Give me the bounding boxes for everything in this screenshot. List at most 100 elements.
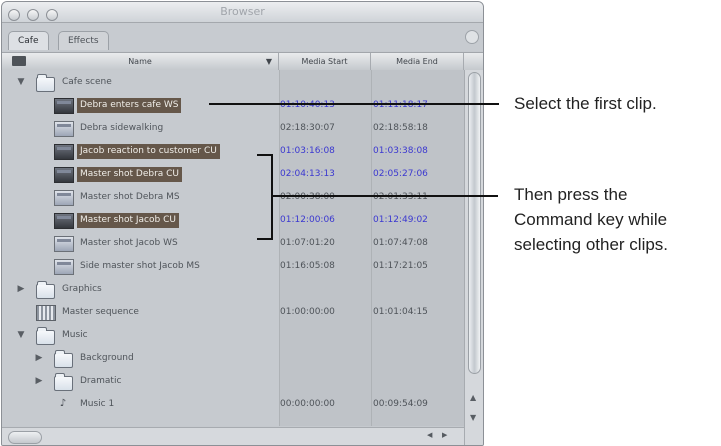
media-end-value: 02:05:27:06: [373, 169, 428, 179]
disclosure-open-icon[interactable]: ▼: [16, 330, 26, 340]
media-end-value: 02:01:33:11: [373, 192, 428, 202]
list-item[interactable]: ▶ Graphics: [2, 278, 464, 301]
folder-icon: [54, 373, 73, 391]
row-name: Graphics: [62, 284, 102, 294]
callout-line-first: [209, 103, 499, 105]
row-name: Music: [62, 330, 88, 340]
vertical-scrollbar[interactable]: ▲ ▼: [464, 70, 483, 445]
list-item[interactable]: ▼ Cafe scene: [2, 71, 464, 94]
media-start-value: 00:00:00:00: [280, 399, 335, 409]
media-end-value: 01:12:49:02: [373, 215, 428, 225]
media-start-value: 02:18:30:07: [280, 123, 335, 133]
clip-icon: [54, 98, 74, 114]
clip-icon: [54, 190, 74, 206]
clip-icon: [54, 144, 74, 160]
list-item[interactable]: Master shot Jacob WS 01:07:01:20 01:07:4…: [2, 232, 464, 255]
list-item[interactable]: Master shot Debra MS 02:00:38:00 02:01:3…: [2, 186, 464, 209]
folder-icon: [54, 350, 73, 368]
row-name: Side master shot Jacob MS: [80, 261, 200, 271]
row-name: Master sequence: [62, 307, 139, 317]
media-start-value: 01:03:16:08: [280, 146, 335, 156]
media-end-value: 01:17:21:05: [373, 261, 428, 271]
row-name: Master shot Jacob CU: [77, 213, 179, 228]
callout-select-first-clip: Select the first clip.: [514, 94, 657, 113]
column-header: Name ▼ Media Start Media End: [2, 52, 483, 71]
media-end-value: 01:07:47:08: [373, 238, 428, 248]
list-item[interactable]: Side master shot Jacob MS 01:16:05:08 01…: [2, 255, 464, 278]
list-item[interactable]: Debra enters cafe WS 01:10:40:13 01:11:1…: [2, 94, 464, 117]
clip-icon: [54, 121, 74, 137]
folder-icon: [36, 327, 55, 345]
scroll-up-icon[interactable]: ▲: [470, 393, 476, 402]
row-name: Master shot Debra CU: [77, 167, 183, 182]
column-media-start-header[interactable]: Media Start: [279, 53, 371, 70]
vertical-scroll-thumb[interactable]: [468, 72, 481, 374]
folder-icon: [12, 56, 26, 66]
disclosure-closed-icon[interactable]: ▶: [34, 376, 44, 386]
row-name: Master shot Jacob WS: [80, 238, 178, 248]
folder-icon: [36, 281, 55, 299]
media-end-value: 02:18:58:18: [373, 123, 428, 133]
row-name: Music 1: [80, 399, 115, 409]
sequence-icon: [36, 305, 56, 321]
disclosure-closed-icon[interactable]: ▶: [16, 284, 26, 294]
media-end-value: 01:11:18:17: [373, 100, 428, 110]
title-bar: Browser: [2, 2, 483, 23]
scroll-right-icon[interactable]: ▶: [442, 431, 447, 439]
list-item[interactable]: ▶ Background: [2, 347, 464, 370]
list-item[interactable]: ♪ Music 1 00:00:00:00 00:09:54:09: [2, 393, 464, 416]
media-end-value: 01:03:38:08: [373, 146, 428, 156]
tab-effects[interactable]: Effects: [58, 31, 109, 50]
row-name: Debra sidewalking: [80, 123, 164, 133]
row-name: Cafe scene: [62, 77, 112, 87]
browser-window: Browser Cafe Effects Name ▼ Media Start …: [1, 1, 484, 446]
tab-cafe[interactable]: Cafe: [8, 31, 49, 50]
list-item[interactable]: Master sequence 01:00:00:00 01:01:04:15: [2, 301, 464, 324]
list-item[interactable]: Master shot Jacob CU 01:12:00:06 01:12:4…: [2, 209, 464, 232]
clip-icon: [54, 213, 74, 229]
audio-clip-icon: ♪: [59, 398, 67, 409]
clip-icon: [54, 236, 74, 252]
media-start-value: 02:04:13:13: [280, 169, 335, 179]
bracket-bottom: [257, 238, 273, 240]
media-start-value: 02:00:38:00: [280, 192, 335, 202]
callout-line-3: selecting other clips.: [514, 235, 669, 254]
folder-icon: [36, 74, 55, 92]
scroll-down-icon[interactable]: ▼: [470, 413, 476, 422]
media-end-value: 00:09:54:09: [373, 399, 428, 409]
scroll-left-icon[interactable]: ◀: [427, 431, 432, 439]
media-end-value: 01:01:04:15: [373, 307, 428, 317]
window-title: Browser: [220, 5, 265, 18]
media-start-value: 01:16:05:08: [280, 261, 335, 271]
disclosure-open-icon[interactable]: ▼: [16, 77, 26, 87]
list-item[interactable]: ▼ Music: [2, 324, 464, 347]
horizontal-scrollbar[interactable]: ◀ ▶: [2, 427, 464, 445]
row-name: Master shot Debra MS: [80, 192, 180, 202]
row-name: Background: [80, 353, 134, 363]
callout-line-second: [271, 195, 498, 197]
bracket-vertical: [271, 154, 273, 240]
list-item[interactable]: Jacob reaction to customer CU 01:03:16:0…: [2, 140, 464, 163]
clip-icon: [54, 259, 74, 275]
callout-line-1: Then press the: [514, 185, 628, 204]
list-item[interactable]: Debra sidewalking 02:18:30:07 02:18:58:1…: [2, 117, 464, 140]
list-item[interactable]: Master shot Debra CU 02:04:13:13 02:05:2…: [2, 163, 464, 186]
callout-line-2: Command key while: [514, 210, 668, 229]
row-name: Debra enters cafe WS: [77, 98, 182, 113]
toolbar-toggle-button[interactable]: [465, 30, 479, 44]
disclosure-closed-icon[interactable]: ▶: [34, 353, 44, 363]
tab-bar: Cafe Effects: [2, 23, 483, 51]
horizontal-scroll-thumb[interactable]: [8, 431, 42, 444]
media-start-value: 01:07:01:20: [280, 238, 335, 248]
media-start-value: 01:12:00:06: [280, 215, 335, 225]
browser-list: ▼ Cafe scene Debra enters cafe WS 01:10:…: [2, 70, 465, 426]
row-name: Dramatic: [80, 376, 122, 386]
sort-arrow-icon: ▼: [265, 57, 272, 66]
media-start-value: 01:10:40:13: [280, 100, 335, 110]
column-media-end-header[interactable]: Media End: [371, 53, 464, 70]
column-name-header[interactable]: Name ▼: [2, 53, 279, 70]
media-start-value: 01:00:00:00: [280, 307, 335, 317]
list-item[interactable]: ▶ Dramatic: [2, 370, 464, 393]
clip-icon: [54, 167, 74, 183]
row-name: Jacob reaction to customer CU: [77, 144, 220, 159]
